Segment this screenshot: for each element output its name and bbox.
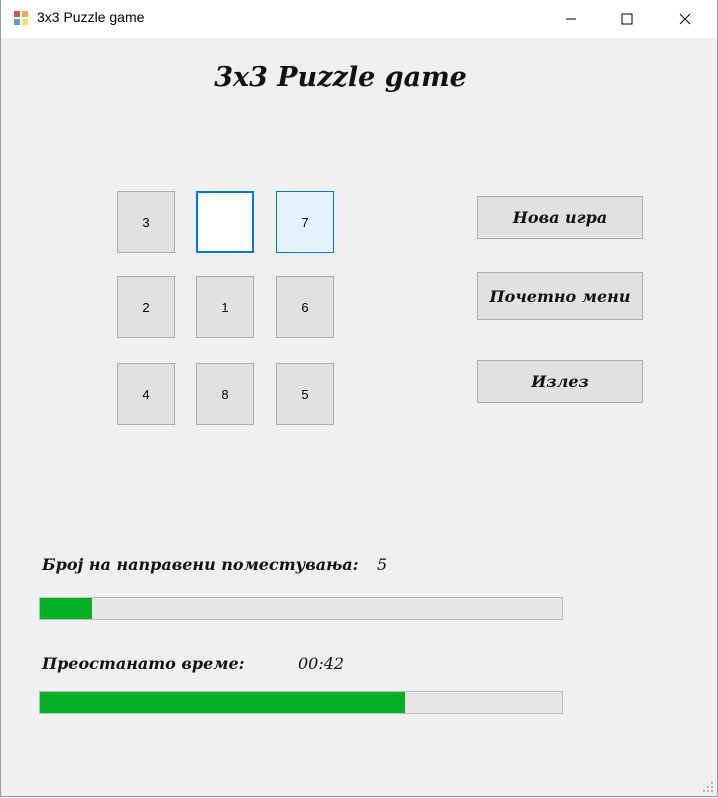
main-menu-button[interactable]: Почетно мени	[477, 272, 643, 320]
moves-value: 5	[377, 555, 388, 574]
maximize-icon	[621, 13, 633, 25]
time-label: Преостанато време:	[42, 654, 245, 673]
close-button[interactable]	[657, 0, 713, 38]
puzzle-tile[interactable]	[196, 191, 254, 253]
minimize-button[interactable]	[543, 0, 599, 38]
moves-progress-bar	[39, 597, 563, 620]
puzzle-tile[interactable]: 6	[276, 276, 334, 338]
puzzle-tile[interactable]: 8	[196, 363, 254, 425]
minimize-icon	[566, 18, 576, 20]
app-icon	[14, 11, 28, 25]
exit-button[interactable]: Излез	[477, 360, 643, 403]
time-value: 00:42	[298, 654, 345, 673]
puzzle-tile[interactable]: 7	[276, 191, 334, 253]
time-progress-bar	[39, 691, 563, 714]
main-window: 3x3 Puzzle game 3x3 Puzzle game 3 7 2 1 …	[0, 0, 718, 797]
resize-grip-icon[interactable]	[702, 781, 714, 793]
puzzle-tile[interactable]: 3	[117, 191, 175, 253]
puzzle-tile[interactable]: 5	[276, 363, 334, 425]
maximize-button[interactable]	[599, 0, 655, 38]
title-bar[interactable]: 3x3 Puzzle game	[1, 0, 717, 38]
close-icon	[679, 13, 691, 25]
puzzle-tile[interactable]: 4	[117, 363, 175, 425]
time-progress-fill	[40, 692, 406, 713]
window-title: 3x3 Puzzle game	[37, 9, 145, 25]
puzzle-tile[interactable]: 2	[117, 276, 175, 338]
puzzle-tile[interactable]: 1	[196, 276, 254, 338]
game-heading: 3x3 Puzzle game	[214, 62, 467, 93]
moves-progress-fill	[40, 598, 93, 619]
new-game-button[interactable]: Нова игра	[477, 196, 643, 239]
moves-label: Број на направени поместувања:	[42, 555, 359, 574]
